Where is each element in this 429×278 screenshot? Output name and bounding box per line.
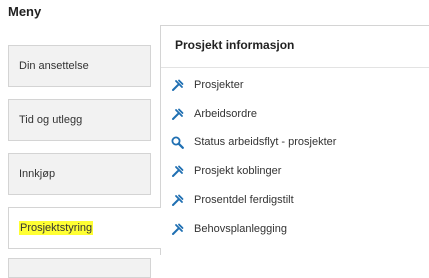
- sidebar-item-prosjektstyring[interactable]: Prosjektstyring: [8, 207, 161, 249]
- panel-title: Prosjekt informasjon: [175, 38, 295, 52]
- submenu-panel: Prosjekt informasjon Prosjekter Arbeidso…: [160, 25, 429, 255]
- link-arbeidsordre[interactable]: Arbeidsordre: [171, 105, 257, 123]
- link-label: Prosjekt koblinger: [194, 165, 282, 177]
- link-prosentdel-ferdigstilt[interactable]: Prosentdel ferdigstilt: [171, 191, 294, 209]
- link-status-arbeidsflyt[interactable]: Status arbeidsflyt - prosjekter: [171, 133, 336, 151]
- tools-icon: [171, 194, 184, 207]
- panel-divider: [161, 67, 429, 68]
- sidebar-item-label: Din ansettelse: [19, 60, 89, 72]
- link-label: Behovsplanlegging: [194, 223, 287, 235]
- link-label: Arbeidsordre: [194, 108, 257, 120]
- link-prosjekter[interactable]: Prosjekter: [171, 76, 244, 94]
- tools-icon: [171, 223, 184, 236]
- sidebar-item-din-ansettelse[interactable]: Din ansettelse: [8, 45, 151, 87]
- page-title: Meny: [8, 4, 42, 19]
- link-label: Status arbeidsflyt - prosjekter: [194, 136, 337, 148]
- sidebar-item-label: Innkjøp: [19, 168, 56, 180]
- tools-icon: [171, 165, 184, 178]
- link-prosjekt-koblinger[interactable]: Prosjekt koblinger: [171, 162, 281, 180]
- sidebar-item-innkjop[interactable]: Innkjøp: [8, 153, 151, 195]
- sidebar-item-label: Prosjektstyring: [19, 221, 94, 235]
- tools-icon: [171, 79, 184, 92]
- link-label: Prosjekter: [194, 79, 244, 91]
- sidebar-item-label: Tid og utlegg: [19, 114, 83, 126]
- sidebar-item-partial[interactable]: [8, 258, 151, 278]
- sidebar-item-tid-og-utlegg[interactable]: Tid og utlegg: [8, 99, 151, 141]
- link-behovsplanlegging[interactable]: Behovsplanlegging: [171, 220, 287, 238]
- link-label: Prosentdel ferdigstilt: [194, 194, 294, 206]
- search-icon: [171, 136, 184, 149]
- tools-icon: [171, 108, 184, 121]
